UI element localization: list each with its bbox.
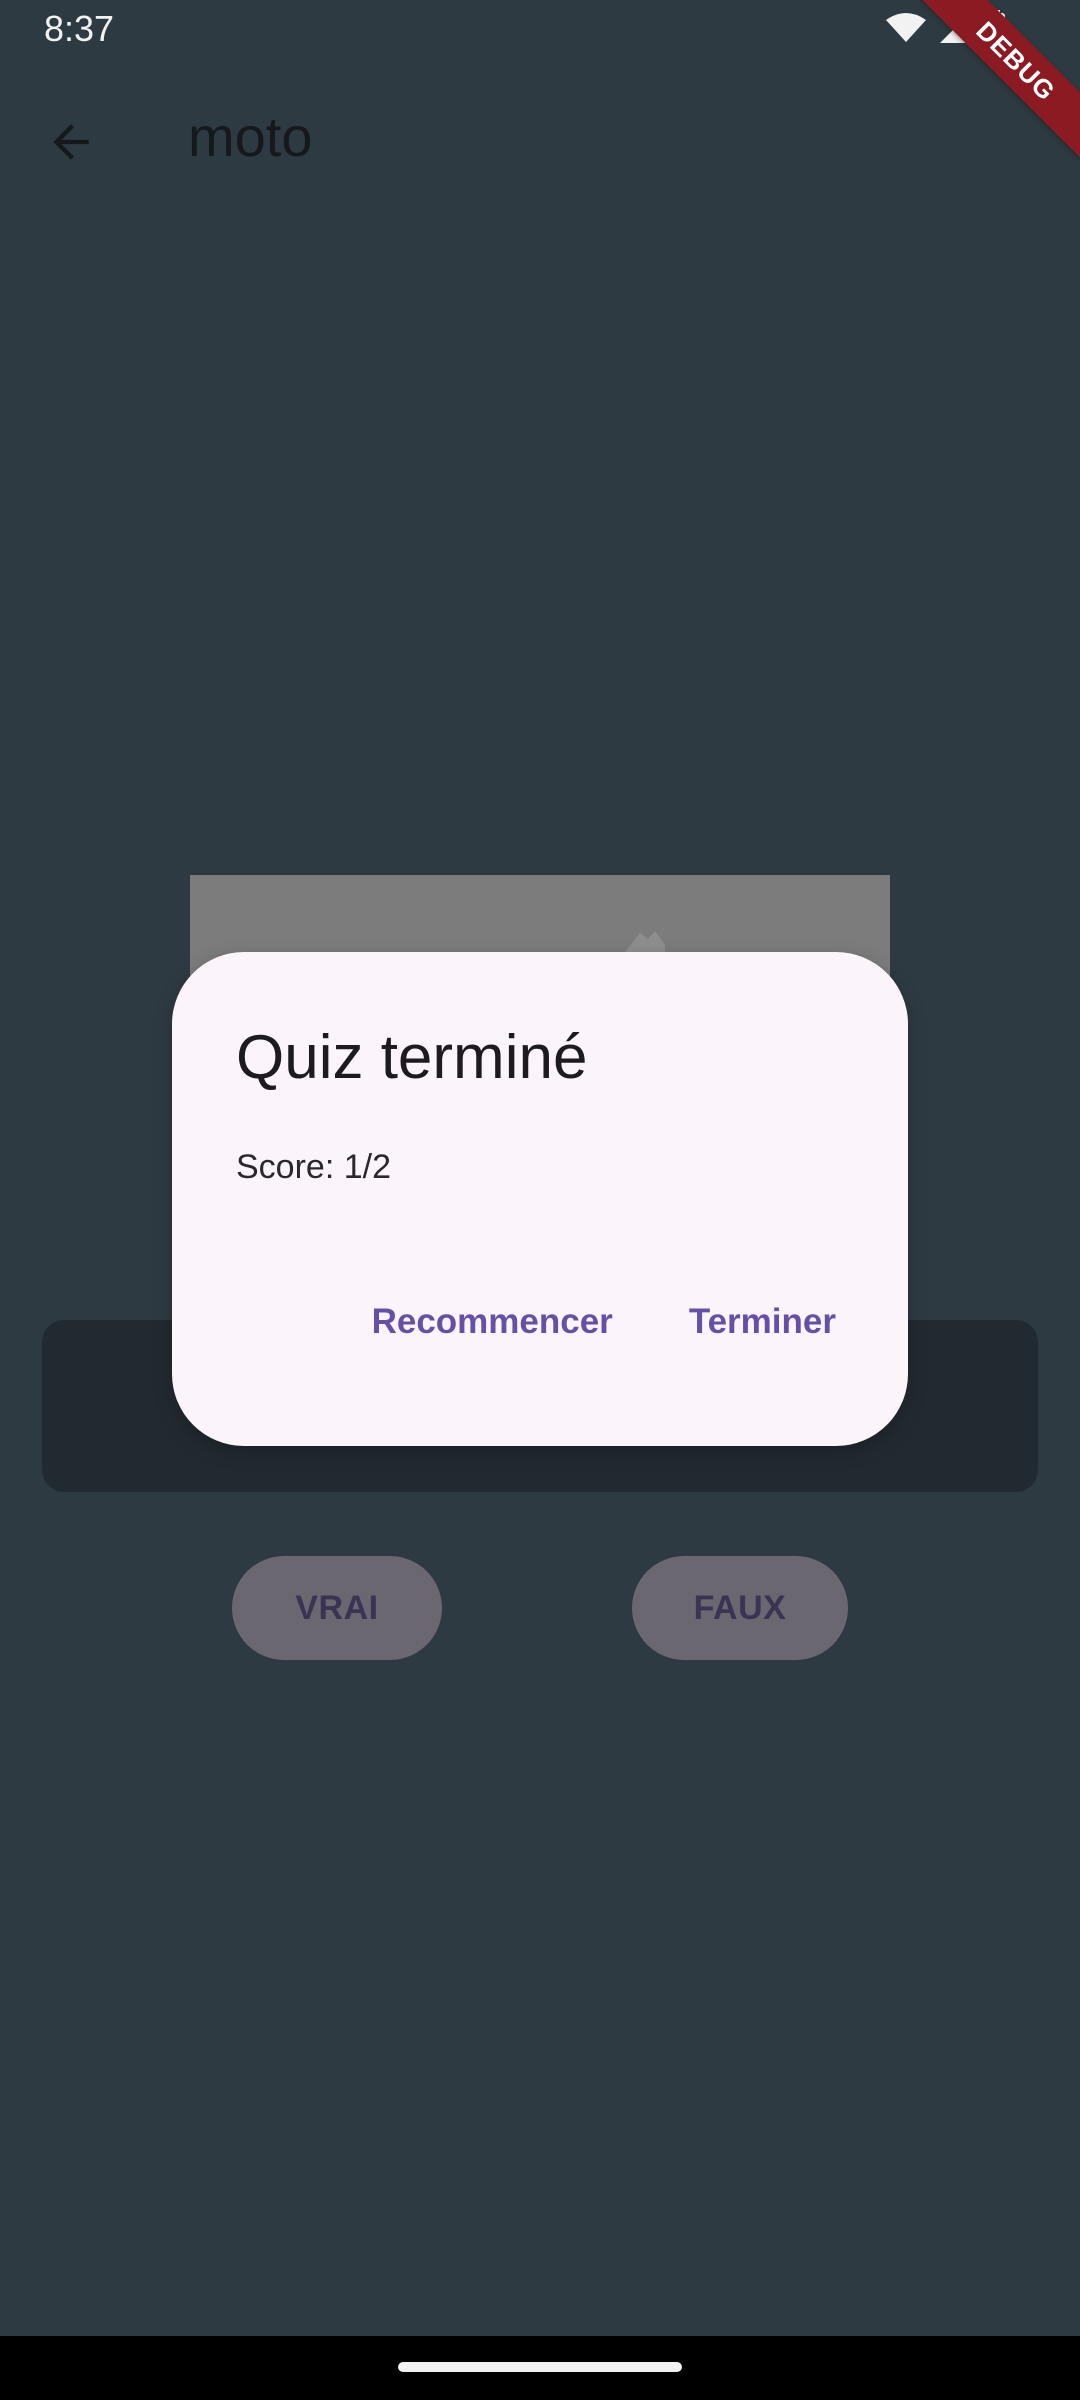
dialog-title: Quiz terminé <box>236 1023 588 1092</box>
quiz-screen: 8:37 DEBUG moto VRAI FAUX Quiz terminé S… <box>0 0 1080 2400</box>
navigation-bar <box>0 2336 1080 2400</box>
finish-button[interactable]: Terminer <box>679 1292 846 1352</box>
restart-button[interactable]: Recommencer <box>362 1292 623 1352</box>
home-indicator[interactable] <box>398 2362 682 2372</box>
quiz-result-dialog: Quiz terminé Score: 1/2 Recommencer Term… <box>172 952 908 1446</box>
score-text: Score: 1/2 <box>236 1148 391 1186</box>
dialog-actions: Recommencer Terminer <box>362 1292 846 1352</box>
